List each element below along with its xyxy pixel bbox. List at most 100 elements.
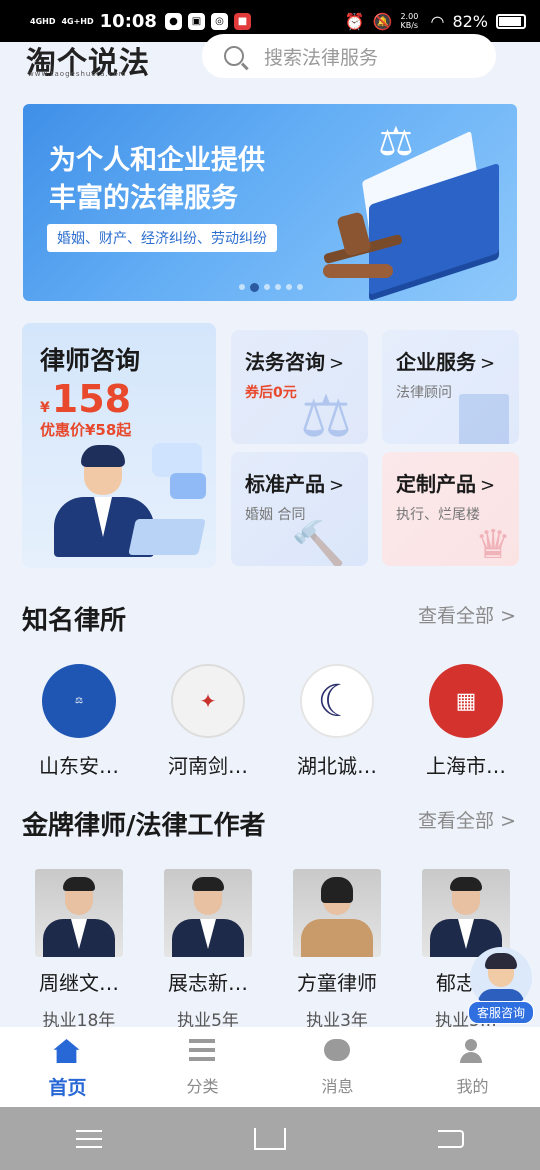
firm-logo: ✦ — [171, 664, 245, 738]
firm-item[interactable]: ✦ 河南剑… — [143, 664, 273, 779]
price-value: 158 — [51, 377, 132, 421]
card-desc: 券后0元 — [245, 385, 297, 401]
standard-product-card[interactable]: 标准产品 > 婚姻 合同 🔨 — [231, 452, 368, 566]
firm-item[interactable]: ☾ 湖北诚… — [272, 664, 402, 779]
legal-consult-card[interactable]: 法务咨询 > 券后0元 ⚖ — [231, 330, 368, 444]
carousel-dot[interactable] — [239, 284, 245, 290]
firms-view-all-link[interactable]: 查看全部 > — [418, 601, 516, 628]
card-title: 法务咨询 — [245, 350, 325, 374]
enterprise-service-card[interactable]: 企业服务 > 法律顾问 — [382, 330, 519, 444]
battery-percent: 82% — [452, 11, 488, 31]
firm-logo: ☾ — [300, 664, 374, 738]
system-navigation-bar — [0, 1107, 540, 1170]
carousel-indicator — [239, 283, 303, 292]
logo-url: www.taogeshuofa.com — [28, 70, 127, 78]
customer-service-button[interactable]: 客服咨询 — [466, 947, 536, 1024]
user-icon — [459, 1039, 483, 1063]
lawyer-item[interactable]: 展志新… 执业5年 — [148, 869, 268, 1031]
carousel-dot[interactable] — [286, 284, 292, 290]
search-icon — [224, 46, 244, 66]
app-notification-icon: ◎ — [210, 12, 228, 30]
tab-label: 我的 — [456, 1077, 489, 1096]
firm-item[interactable]: ▦ 上海市… — [401, 664, 531, 779]
scale-icon: ⚖ — [300, 382, 352, 444]
banner-title-line: 丰富的法律服务 — [49, 183, 238, 214]
tab-messages[interactable]: 消息 — [270, 1027, 405, 1107]
lawyer-consult-card[interactable]: 律师咨询 ¥158 优惠价¥58起 — [22, 323, 216, 568]
firm-name: 上海市… — [426, 754, 506, 778]
card-desc: 法律顾问 — [396, 385, 452, 401]
back-icon[interactable] — [438, 1129, 464, 1148]
gavel-icon: 🔨 — [291, 519, 346, 566]
gavel-illustration — [323, 264, 393, 278]
tab-home[interactable]: 首页 — [0, 1027, 135, 1107]
search-placeholder: 搜索法律服务 — [264, 46, 379, 69]
mute-icon: 🔕 — [372, 11, 393, 31]
battery-icon — [496, 13, 526, 29]
menu-icon[interactable] — [76, 1129, 102, 1148]
lawyers-section-title: 金牌律师/法律工作者 — [22, 811, 266, 841]
building-icon — [459, 394, 509, 444]
lawyer-name: 方童律师 — [297, 971, 377, 995]
crown-icon: ♛ — [475, 522, 511, 566]
card-title: 律师咨询 — [40, 346, 141, 375]
promo-banner[interactable]: ⚖ 为个人和企业提供 丰富的法律服务 婚姻、财产、经济纠纷、劳动纠纷 — [23, 104, 517, 301]
chevron-right-icon: > — [329, 475, 345, 496]
chat-bubble-icon — [170, 473, 206, 499]
home-button-icon[interactable] — [254, 1127, 286, 1150]
firms-section-title: 知名律所 — [22, 606, 127, 636]
signal-indicator-2: 4G+HD — [61, 16, 94, 26]
banner-tag: 婚姻、财产、经济纠纷、劳动纠纷 — [47, 224, 277, 252]
app-notification-icon: ● — [164, 12, 182, 30]
firm-logo: ⚖ — [42, 664, 116, 738]
lawyer-name: 周继文… — [39, 971, 119, 995]
alarm-icon: ⏰ — [344, 11, 365, 31]
clock: 10:08 — [99, 10, 157, 32]
tab-profile[interactable]: 我的 — [405, 1027, 540, 1107]
app-notification-icon: ▣ — [187, 12, 205, 30]
firm-logo: ▦ — [429, 664, 503, 738]
signal-indicator-1: 4GHD — [30, 16, 56, 26]
app-notification-icon: ■ — [233, 12, 251, 30]
list-icon — [188, 1039, 215, 1061]
price: ¥158 — [40, 377, 131, 421]
card-desc: 执行、烂尾楼 — [396, 507, 480, 523]
lawyer-item[interactable]: 方童律师 执业3年 — [277, 869, 397, 1031]
banner-title: 为个人和企业提供 丰富的法律服务 — [49, 142, 265, 218]
system-indicators: ⏰ 🔕 2.00 KB/s ◠ 82% — [345, 12, 526, 31]
tab-label: 消息 — [321, 1077, 354, 1096]
currency-symbol: ¥ — [40, 400, 50, 416]
lawyers-view-all-link[interactable]: 查看全部 > — [418, 806, 516, 833]
tab-label: 首页 — [48, 1077, 87, 1099]
lawyer-photo — [35, 869, 123, 957]
firm-name: 山东安… — [39, 754, 119, 778]
lawyer-photo — [293, 869, 381, 957]
tab-category[interactable]: 分类 — [135, 1027, 270, 1107]
carousel-dot[interactable] — [264, 284, 270, 290]
banner-title-line: 为个人和企业提供 — [49, 145, 265, 176]
card-title: 企业服务 — [396, 350, 476, 374]
chevron-right-icon: > — [480, 475, 496, 496]
carousel-dot-active[interactable] — [250, 283, 259, 292]
firm-name: 湖北诚… — [297, 754, 377, 778]
chevron-right-icon: > — [480, 353, 496, 374]
tab-label: 分类 — [186, 1077, 219, 1096]
lawyer-item[interactable]: 周继文… 执业18年 — [19, 869, 139, 1031]
home-icon — [53, 1039, 80, 1063]
firm-name: 河南剑… — [168, 754, 248, 778]
carousel-dot[interactable] — [297, 284, 303, 290]
lawyer-photo — [422, 869, 510, 957]
lawyer-name: 展志新… — [168, 971, 248, 995]
chevron-right-icon: > — [329, 353, 345, 374]
discount-price: 优惠价¥58起 — [40, 421, 132, 439]
carousel-dot[interactable] — [275, 284, 281, 290]
firm-item[interactable]: ⚖ 山东安… — [14, 664, 144, 779]
laptop-illustration — [128, 519, 206, 555]
network-speed: 2.00 KB/s — [400, 12, 419, 30]
custom-product-card[interactable]: 定制产品 > 执行、烂尾楼 ♛ — [382, 452, 519, 566]
header: 淘个说法 www.taogeshuofa.com 搜索法律服务 — [0, 34, 540, 92]
lawyer-photo — [164, 869, 252, 957]
search-bar[interactable]: 搜索法律服务 — [202, 34, 496, 78]
chat-bubble-icon — [152, 443, 202, 477]
notification-icons: ● ▣ ◎ ■ — [164, 12, 251, 30]
